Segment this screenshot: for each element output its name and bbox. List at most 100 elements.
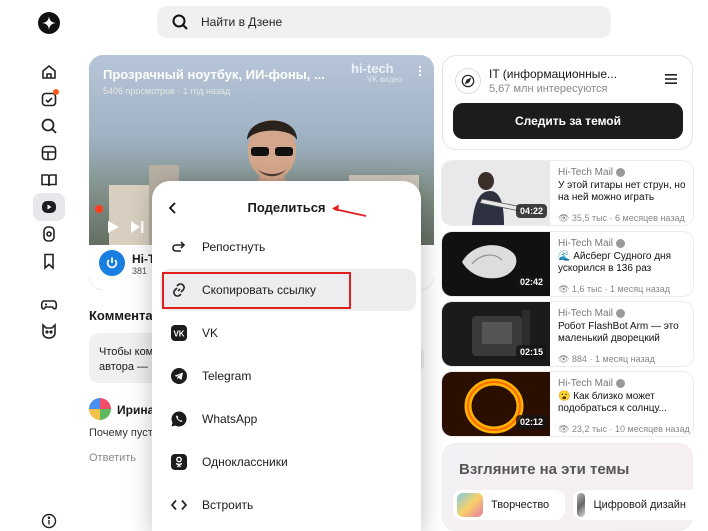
verified-icon xyxy=(616,309,626,318)
share-whatsapp[interactable]: WhatsApp xyxy=(160,398,416,440)
comment-author[interactable]: Ирина xyxy=(117,403,154,417)
search-input[interactable] xyxy=(201,15,581,29)
follow-topic-button[interactable]: Следить за темой xyxy=(453,103,683,139)
watermark: hi-tech xyxy=(351,61,394,76)
games-icon[interactable] xyxy=(37,292,61,316)
comments-title: Коммента xyxy=(89,308,153,323)
embed-icon xyxy=(170,496,188,514)
share-item-label: Встроить xyxy=(202,498,254,512)
svg-text:VK: VK xyxy=(173,330,184,339)
articles-icon[interactable] xyxy=(37,141,61,165)
background-building xyxy=(109,185,149,245)
avatar[interactable] xyxy=(89,398,111,420)
video-title: Прозрачный ноутбук, ИИ-фоны, ... xyxy=(103,67,325,82)
share-item-label: WhatsApp xyxy=(202,412,258,426)
share-vk[interactable]: VK VK xyxy=(160,312,416,354)
video-duration: 04:22 xyxy=(516,204,548,218)
highlight-annotation xyxy=(162,272,351,309)
comment-hint-line-1: Чтобы ком xyxy=(99,346,154,358)
rec-title[interactable]: Робот FlashBot Arm — это маленький дворе… xyxy=(558,321,688,345)
verified-icon xyxy=(616,168,626,177)
verified-icon xyxy=(616,239,626,248)
share-item-label: Репостнуть xyxy=(202,240,266,254)
shorts-icon[interactable] xyxy=(37,222,61,246)
recommendation-card[interactable]: 04:22 Hi-Tech Mail У этой гитары нет стр… xyxy=(442,161,693,225)
share-item-label: Telegram xyxy=(202,369,252,383)
watermark-sub: VK видео xyxy=(367,75,403,84)
play-icon[interactable] xyxy=(105,219,121,235)
theme-chip[interactable]: Цифровой дизайн xyxy=(573,490,694,520)
next-icon[interactable] xyxy=(129,219,145,235)
themes-title: Взгляните на эти темы xyxy=(459,461,630,478)
ok-icon xyxy=(170,453,188,471)
video-duration: 02:15 xyxy=(516,345,548,359)
rec-channel[interactable]: Hi-Tech Mail xyxy=(558,308,626,319)
search-icon[interactable] xyxy=(37,114,61,138)
dialog-title: Поделиться xyxy=(247,200,326,215)
comment-text: Почему пуст xyxy=(89,427,153,439)
video-views: 5406 просмотров · 1 год назад xyxy=(103,86,231,96)
themes-card: Взгляните на эти темы Творчество Цифрово… xyxy=(442,443,694,531)
recommendation-card[interactable]: 02:42 Hi-Tech Mail 🌊 Айсберг Судного дня… xyxy=(442,232,693,296)
rec-title[interactable]: У этой гитары нет струн, но на ней можно… xyxy=(558,180,688,204)
rec-channel-name: Hi-Tech Mail xyxy=(558,167,614,178)
video-icon[interactable] xyxy=(33,193,65,221)
bookmark-icon[interactable] xyxy=(37,249,61,273)
more-options-icon[interactable] xyxy=(414,65,426,77)
whatsapp-icon xyxy=(170,410,188,428)
rec-title[interactable]: 😮 Как близко может подобраться к солнцу.… xyxy=(558,391,688,415)
recommendation-card[interactable]: 02:15 Hi-Tech Mail Робот FlashBot Arm — … xyxy=(442,302,693,366)
repost-icon xyxy=(170,238,188,256)
theme-image xyxy=(457,493,483,517)
rec-channel[interactable]: Hi-Tech Mail xyxy=(558,167,626,178)
share-odnoklassniki[interactable]: Одноклассники xyxy=(160,441,416,483)
info-icon[interactable] xyxy=(37,509,61,531)
share-item-label: VK xyxy=(202,326,219,340)
share-repost[interactable]: Репостнуть xyxy=(160,226,416,268)
reader-icon[interactable] xyxy=(37,168,61,192)
share-item-label: Одноклассники xyxy=(202,455,288,469)
rec-meta: 👁 1,6 тыс · 1 месяц назад xyxy=(558,284,671,294)
video-duration: 02:42 xyxy=(516,275,548,289)
arrow-annotation-icon xyxy=(332,204,367,217)
topic-name[interactable]: IT (информационные... xyxy=(489,67,617,81)
comment-hint-line-2: автора — xyxy=(99,361,149,373)
subscriptions-icon[interactable] xyxy=(37,87,61,111)
vk-icon: VK xyxy=(170,324,188,342)
verified-icon xyxy=(616,379,626,388)
home-icon[interactable] xyxy=(37,60,61,84)
theme-chip-label: Цифровой дизайн xyxy=(593,499,686,511)
search-icon xyxy=(172,14,188,30)
share-embed[interactable]: Встроить xyxy=(160,484,416,526)
rec-channel[interactable]: Hi-Tech Mail xyxy=(558,238,626,249)
rec-meta: 👁 884 · 1 месяц назад xyxy=(558,354,655,364)
rec-channel-name: Hi-Tech Mail xyxy=(558,308,614,319)
compass-icon xyxy=(455,68,481,94)
telegram-icon xyxy=(170,367,188,385)
menu-icon[interactable] xyxy=(664,73,678,85)
progress-scrubber[interactable] xyxy=(95,205,103,213)
reply-button[interactable]: Ответить xyxy=(89,452,136,464)
rec-channel-name: Hi-Tech Mail xyxy=(558,238,614,249)
theme-chip-label: Творчество xyxy=(491,499,550,511)
theme-image xyxy=(577,493,586,517)
channel-avatar[interactable] xyxy=(99,250,125,276)
notification-dot xyxy=(53,89,59,95)
theme-chip[interactable]: Творчество xyxy=(453,490,565,520)
share-telegram[interactable]: Telegram xyxy=(160,355,416,397)
rec-channel[interactable]: Hi-Tech Mail xyxy=(558,378,626,389)
topic-interested: 5,67 млн интересуются xyxy=(489,83,608,95)
share-dialog: Поделиться Репостнуть Скопировать ссылку… xyxy=(152,181,421,531)
video-duration: 02:12 xyxy=(516,415,548,429)
left-sidebar xyxy=(0,0,98,531)
rec-meta: 👁 35,5 тыс · 6 месяцев назад xyxy=(558,213,685,223)
recommendation-card[interactable]: 02:12 Hi-Tech Mail 😮 Как близко может по… xyxy=(442,372,693,436)
search-bar[interactable] xyxy=(157,6,611,38)
dzen-logo-icon[interactable] xyxy=(38,12,60,34)
channel-subscribers: 381 xyxy=(132,266,148,276)
kids-icon[interactable] xyxy=(37,319,61,343)
rec-title[interactable]: 🌊 Айсберг Судного дня ускорился в 136 ра… xyxy=(558,251,688,275)
rec-meta: 👁 23,2 тыс · 10 месяцев назад xyxy=(558,424,690,434)
rec-channel-name: Hi-Tech Mail xyxy=(558,378,614,389)
topic-card: IT (информационные... 5,67 млн интересую… xyxy=(442,55,693,150)
